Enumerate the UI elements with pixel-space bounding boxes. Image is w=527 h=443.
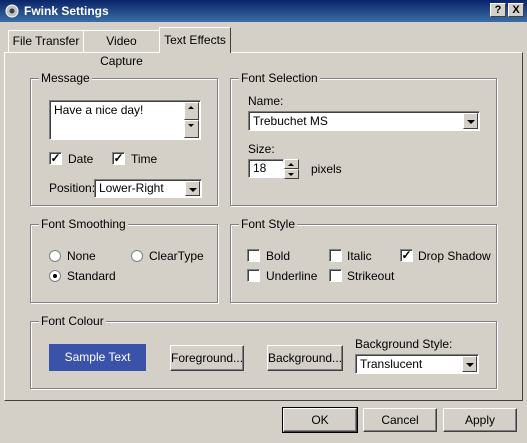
font-selection-group-label: Font Selection <box>239 71 320 85</box>
bold-checkbox[interactable] <box>247 249 260 262</box>
smoothing-none-label: None <box>67 249 96 263</box>
font-name-label: Name: <box>248 94 284 108</box>
chevron-down-icon[interactable] <box>462 356 477 372</box>
italic-label: Italic <box>347 249 372 263</box>
cancel-button[interactable]: Cancel <box>363 408 437 432</box>
chevron-down-icon[interactable] <box>185 181 200 196</box>
message-group-label: Message <box>39 71 92 85</box>
smoothing-standard-label: Standard <box>67 269 116 283</box>
font-smoothing-group-label: Font Smoothing <box>39 217 128 231</box>
message-textarea[interactable]: Have a nice day! <box>49 100 201 140</box>
tab-text-effects[interactable]: Text Effects <box>159 27 231 53</box>
smoothing-cleartype-radio[interactable] <box>131 250 143 262</box>
message-text: Have a nice day! <box>54 103 144 117</box>
position-value: Lower-Right <box>99 181 164 195</box>
sample-text-preview: Sample Text <box>49 344 146 371</box>
tab-file-transfer[interactable]: File Transfer <box>8 30 84 52</box>
background-button[interactable]: Background... <box>267 345 343 371</box>
underline-checkbox[interactable] <box>247 269 260 282</box>
smoothing-none-radio[interactable] <box>49 250 61 262</box>
drop-shadow-label: Drop Shadow <box>418 249 491 263</box>
date-checkbox[interactable]: ✓ <box>49 152 62 165</box>
bold-label: Bold <box>266 249 291 263</box>
strikeout-label: Strikeout <box>347 269 395 283</box>
italic-checkbox[interactable] <box>329 249 342 262</box>
background-style-label: Background Style: <box>355 337 453 351</box>
background-style-dropdown[interactable]: Translucent <box>355 354 479 374</box>
font-size-unit: pixels <box>311 162 342 176</box>
message-group: Message Have a nice day! ✓ Date ✓ Time P… <box>30 71 218 206</box>
title-bar: Fwink Settings ? X <box>0 0 527 22</box>
smoothing-standard-radio[interactable] <box>49 270 61 282</box>
font-size-input[interactable]: 18 <box>248 159 284 178</box>
chevron-down-icon[interactable] <box>463 113 478 129</box>
font-selection-group: Font Selection Name: Trebuchet MS Size: … <box>230 71 497 206</box>
font-name-dropdown[interactable]: Trebuchet MS <box>248 111 480 131</box>
underline-label: Underline <box>266 269 318 283</box>
date-label: Date <box>68 152 94 166</box>
size-down-icon[interactable] <box>284 169 299 179</box>
ok-button[interactable]: OK <box>282 407 358 433</box>
drop-shadow-checkbox[interactable]: ✓ <box>400 249 413 262</box>
smoothing-cleartype-label: ClearType <box>149 249 204 263</box>
close-button[interactable]: X <box>508 3 524 17</box>
tab-video-capture[interactable]: Video Capture <box>83 30 160 68</box>
time-label: Time <box>131 152 158 166</box>
font-size-label: Size: <box>248 142 275 156</box>
app-icon <box>5 4 19 18</box>
strikeout-checkbox[interactable] <box>329 269 342 282</box>
font-size-value: 18 <box>253 161 267 175</box>
background-style-value: Translucent <box>360 357 423 371</box>
font-style-group: Font Style Bold Italic ✓ Drop Shadow Und… <box>230 217 497 303</box>
font-smoothing-group: Font Smoothing None ClearType Standard <box>30 217 218 303</box>
apply-button[interactable]: Apply <box>443 408 517 432</box>
foreground-button[interactable]: Foreground... <box>170 345 244 371</box>
font-style-group-label: Font Style <box>239 217 298 231</box>
window-title: Fwink Settings <box>24 4 109 18</box>
position-label: Position: <box>49 181 96 195</box>
size-up-icon[interactable] <box>284 159 299 169</box>
font-colour-group-label: Font Colour <box>39 314 106 328</box>
font-colour-group: Font Colour Sample Text Foreground... Ba… <box>30 314 497 389</box>
help-button[interactable]: ? <box>490 3 506 17</box>
font-name-value: Trebuchet MS <box>253 114 328 128</box>
message-scroll-up-icon[interactable] <box>184 102 199 120</box>
time-checkbox[interactable]: ✓ <box>112 152 125 165</box>
position-dropdown[interactable]: Lower-Right <box>94 179 202 198</box>
message-scroll-down-icon[interactable] <box>184 120 199 138</box>
